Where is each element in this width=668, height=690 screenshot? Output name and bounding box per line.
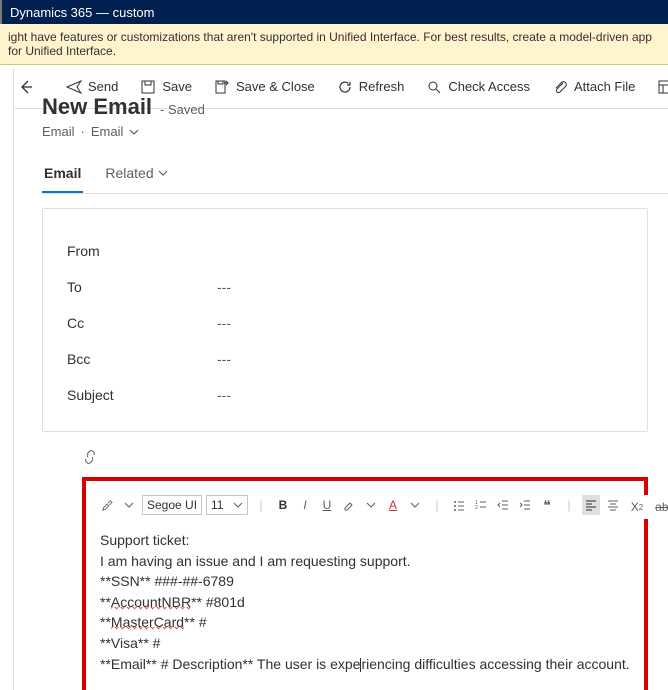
link-icon: [82, 450, 98, 464]
subject-value: ---: [217, 387, 231, 403]
bcc-value: ---: [217, 351, 231, 367]
warning-banner: ight have features or customizations tha…: [0, 24, 668, 65]
indent-icon: [519, 499, 531, 511]
body-line: Support ticket:: [100, 532, 190, 548]
page-status: - Saved: [160, 102, 205, 117]
number-list-button[interactable]: 12: [472, 495, 490, 515]
caret-down-icon: [233, 500, 243, 510]
align-left-button[interactable]: [582, 495, 600, 515]
to-label: To: [67, 279, 217, 295]
bullet-list-icon: [453, 499, 465, 511]
body-line: riencing difficulties accessing their ac…: [361, 656, 629, 672]
quote-button[interactable]: ❝: [538, 495, 556, 515]
font-family-select[interactable]: Segoe UI: [142, 495, 202, 515]
tab-related-label: Related: [105, 165, 153, 181]
subject-label: Subject: [67, 387, 217, 403]
align-left-icon: [585, 499, 597, 511]
font-color-dropdown[interactable]: [406, 495, 424, 515]
page-header: New Email - Saved: [42, 94, 668, 120]
from-field[interactable]: From: [67, 233, 623, 269]
from-label: From: [67, 243, 217, 259]
body-line-misspelled: AccountNBR: [111, 594, 191, 610]
highlight-dropdown[interactable]: [362, 495, 380, 515]
cc-label: Cc: [67, 315, 217, 331]
paintbrush-icon: [101, 498, 113, 512]
underline-button[interactable]: U: [318, 495, 336, 515]
font-family-value: Segoe UI: [147, 498, 197, 512]
to-field[interactable]: To ---: [67, 269, 623, 305]
number-list-icon: 12: [475, 499, 487, 511]
bcc-field[interactable]: Bcc ---: [67, 341, 623, 377]
breadcrumb: Email · Email: [42, 124, 668, 139]
body-line: **SSN**: [100, 573, 154, 589]
cc-field[interactable]: Cc ---: [67, 305, 623, 341]
strikethrough-button[interactable]: abc: [652, 497, 668, 517]
chevron-down-icon[interactable]: [129, 127, 139, 137]
body-line: ###-##-6789: [154, 573, 233, 589]
warning-text: ight have features or customizations tha…: [8, 30, 652, 58]
chevron-down-icon: [158, 168, 168, 178]
tab-email[interactable]: Email: [42, 159, 83, 193]
bullet-list-button[interactable]: [450, 495, 468, 515]
format-painter-button[interactable]: [98, 495, 116, 515]
outdent-icon: [497, 499, 509, 511]
body-line: ** #801d: [191, 594, 245, 610]
body-line: ** #: [184, 614, 207, 630]
editor-toolbar-right: X2 abc ¶◂: [626, 495, 668, 519]
italic-button[interactable]: I: [296, 495, 314, 515]
outdent-button[interactable]: [494, 495, 512, 515]
body-line: **Visa** #: [100, 635, 160, 651]
page-title: New Email: [42, 94, 152, 120]
link-tool[interactable]: [82, 450, 668, 467]
svg-text:2: 2: [475, 505, 478, 511]
highlight-icon: [343, 499, 355, 511]
format-painter-dropdown[interactable]: [120, 495, 138, 515]
email-header-card: From To --- Cc --- Bcc --- Subject ---: [42, 208, 648, 432]
font-size-select[interactable]: 11: [206, 495, 248, 515]
tab-email-label: Email: [44, 165, 81, 181]
bcc-label: Bcc: [67, 351, 217, 367]
left-gutter: [0, 68, 14, 690]
font-size-value: 11: [211, 498, 223, 512]
subject-field[interactable]: Subject ---: [67, 377, 623, 413]
body-line: **: [100, 594, 111, 610]
body-line: **: [100, 614, 111, 630]
editor-toolbar: Segoe UI 11 | B I U A | 12 ❝ |: [96, 491, 634, 523]
breadcrumb-entity: Email: [42, 124, 75, 139]
tab-related[interactable]: Related: [103, 159, 169, 193]
bold-button[interactable]: B: [274, 495, 292, 515]
email-body-card: Segoe UI 11 | B I U A | 12 ❝ |: [82, 477, 648, 690]
align-center-icon: [607, 499, 619, 511]
body-line: I am having an issue and I am requesting…: [100, 553, 411, 569]
to-value: ---: [217, 279, 231, 295]
indent-button[interactable]: [516, 495, 534, 515]
align-center-button[interactable]: [604, 495, 622, 515]
title-bar: Dynamics 365 — custom: [0, 0, 668, 24]
breadcrumb-form: Email: [91, 124, 124, 139]
body-line: expe: [330, 656, 360, 672]
subscript-button[interactable]: X2: [628, 497, 646, 517]
body-line-misspelled: MasterCard: [111, 614, 184, 630]
app-title: Dynamics 365 — custom: [10, 5, 155, 20]
tab-bar: Email Related: [42, 159, 668, 194]
highlight-button[interactable]: [340, 495, 358, 515]
body-line: **Email** # Description** The user is: [100, 656, 330, 672]
cc-value: ---: [217, 315, 231, 331]
email-body-editor[interactable]: Support ticket: I am having an issue and…: [96, 531, 634, 674]
font-color-button[interactable]: A: [384, 495, 402, 515]
main-content: New Email - Saved Email · Email Email Re…: [14, 68, 668, 690]
